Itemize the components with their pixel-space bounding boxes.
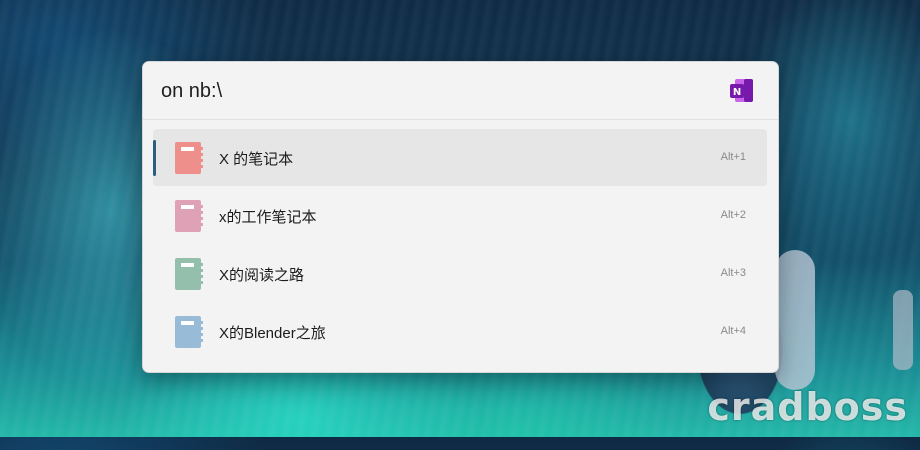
notebook-label	[181, 205, 194, 209]
notebook-tab	[200, 275, 203, 278]
query-input[interactable]	[161, 77, 681, 105]
shortcut-hint: Alt+1	[720, 151, 746, 163]
notebook-tab	[200, 327, 203, 330]
shortcut-hint: Alt+2	[720, 209, 746, 221]
notebook-cover	[175, 258, 201, 290]
result-item[interactable]: X的阅读之路 Alt+3	[153, 245, 767, 302]
notebook-icon	[175, 142, 203, 174]
result-title: X的阅读之路	[219, 267, 305, 284]
notebook-tab	[200, 321, 203, 324]
notebook-tab	[200, 147, 203, 150]
notebook-tab	[200, 269, 203, 272]
notebook-tab	[200, 153, 203, 156]
onenote-icon: N	[730, 79, 753, 102]
shortcut-hint: Alt+4	[720, 325, 746, 337]
notebook-tab	[200, 281, 203, 284]
result-title: X的Blender之旅	[219, 325, 326, 342]
result-item[interactable]: x的工作笔记本 Alt+2	[153, 187, 767, 244]
result-item[interactable]: X的Blender之旅 Alt+4	[153, 303, 767, 360]
notebook-icon	[175, 200, 203, 232]
notebook-tab	[200, 159, 203, 162]
result-title: x的工作笔记本	[219, 209, 317, 226]
notebook-tab	[200, 263, 203, 266]
results-list: X 的笔记本 Alt+1 x的工作笔记本 Alt+2 X的阅读之路 Alt+3	[153, 129, 767, 361]
query-bar: N	[143, 62, 778, 120]
notebook-cover	[175, 200, 201, 232]
notebook-icon	[175, 258, 203, 290]
notebook-cover	[175, 142, 201, 174]
svg-text:N: N	[733, 87, 741, 98]
notebook-icon	[175, 316, 203, 348]
notebook-label	[181, 147, 194, 151]
background-character-arm	[775, 250, 815, 390]
shortcut-hint: Alt+3	[720, 267, 746, 279]
launcher-window: N X 的笔记本 Alt+1 x的工作笔记本 Alt+2	[142, 61, 779, 373]
selection-indicator	[153, 140, 156, 176]
notebook-tab	[200, 333, 203, 336]
background-character-staff	[893, 290, 913, 370]
notebook-tab	[200, 223, 203, 226]
notebook-tab	[200, 211, 203, 214]
watermark: cradboss	[707, 385, 908, 429]
notebook-label	[181, 263, 194, 267]
notebook-cover	[175, 316, 201, 348]
result-item[interactable]: X 的笔记本 Alt+1	[153, 129, 767, 186]
notebook-label	[181, 321, 194, 325]
notebook-tab	[200, 339, 203, 342]
notebook-tab	[200, 217, 203, 220]
result-title: X 的笔记本	[219, 151, 294, 168]
notebook-tab	[200, 205, 203, 208]
notebook-tab	[200, 165, 203, 168]
